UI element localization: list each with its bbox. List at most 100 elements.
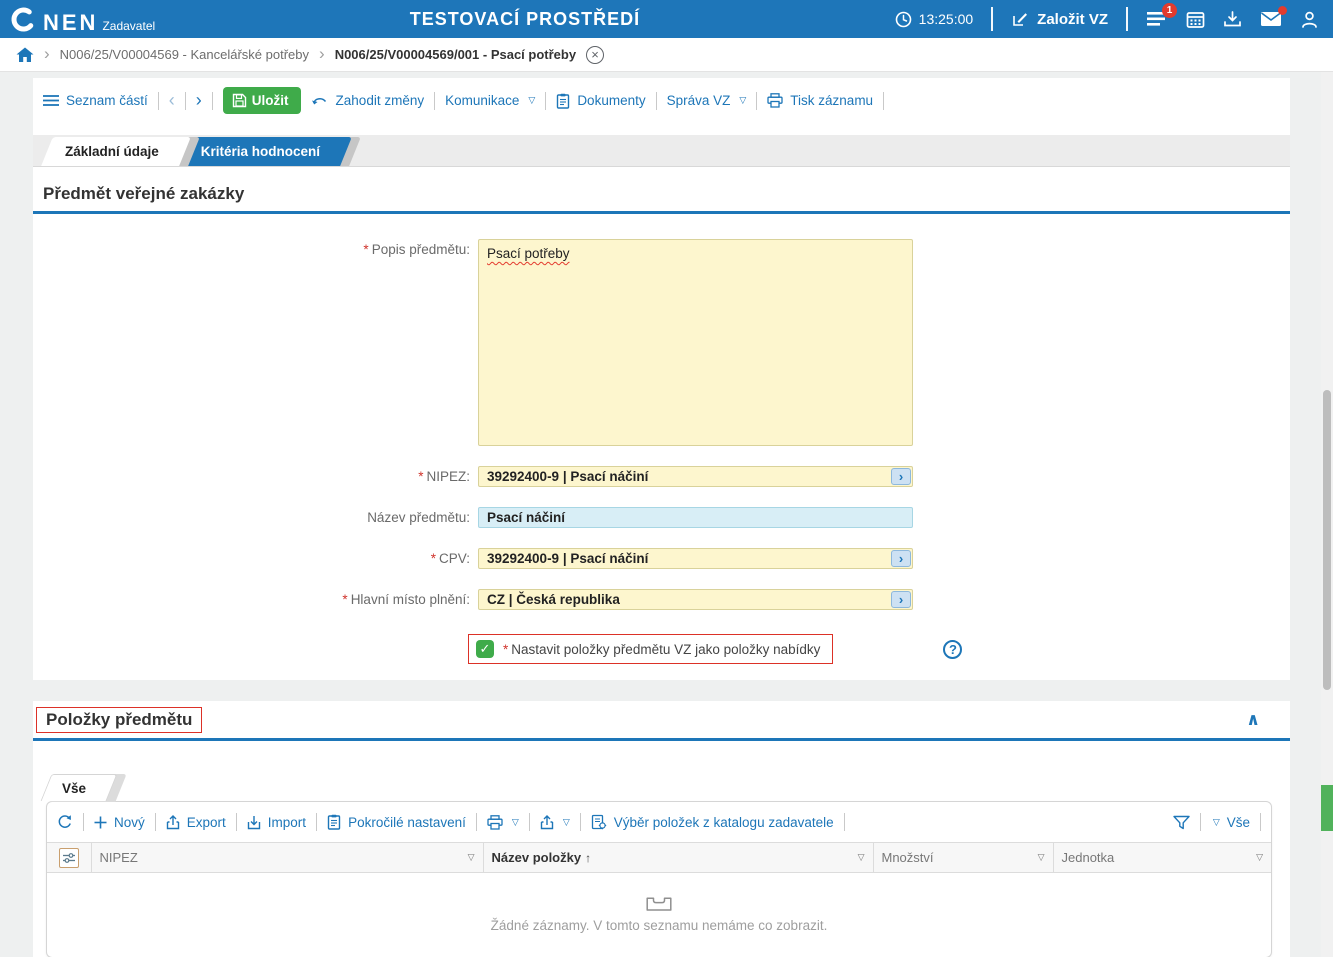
divider (83, 813, 84, 831)
column-header-jednotka[interactable]: Jednotka ▽ (1052, 842, 1271, 873)
list-of-parts-label: Seznam částí (66, 93, 148, 108)
items-section-title: Položky předmětu (36, 707, 203, 733)
breadcrumb-separator: › (319, 44, 325, 63)
catalog-picker-button[interactable]: Výběr položek z katalogu zadavatele (591, 814, 834, 830)
collapse-section-button[interactable]: ∧ (1246, 710, 1260, 730)
divider (1199, 813, 1201, 831)
messages-dot-badge (1278, 6, 1287, 15)
divider (579, 813, 581, 831)
column-settings-button[interactable] (58, 847, 79, 868)
field-label-nipez: * NIPEZ: (33, 466, 478, 487)
column-filter-icon[interactable]: ▽ (1256, 852, 1263, 863)
breadcrumb: › N006/25/V00004569 - Kancelářské potřeb… (0, 38, 1333, 72)
tab-zakladni-udaje[interactable]: Základní údaje (41, 137, 200, 166)
close-record-button[interactable]: × (586, 45, 605, 64)
items-grid-card: Nový Export Import Pokročilé nastavení ▽… (46, 801, 1272, 957)
clock-icon (895, 11, 911, 27)
import-button[interactable]: Import (247, 815, 306, 830)
tasks-menu-button[interactable]: 1 (1146, 3, 1177, 28)
admin-vz-menu[interactable]: Správa VZ ▽ (667, 93, 747, 108)
misto-plneni-field[interactable]: CZ | Česká republika › (478, 589, 913, 610)
divider (545, 91, 547, 110)
chevron-down-icon: ▽ (528, 95, 536, 105)
funnel-icon (1173, 815, 1190, 829)
list-of-parts-button[interactable]: Seznam částí (43, 93, 148, 108)
label-text: Hlavní místo plnění: (350, 592, 470, 607)
downloads-button[interactable] (1223, 10, 1242, 29)
items-as-offer-checkbox[interactable]: ✓ (476, 640, 494, 658)
brand-role: Zadavatel (102, 18, 156, 33)
column-header-nipez[interactable]: NIPEZ ▽ (90, 842, 483, 873)
required-mark: * (418, 469, 424, 484)
divider (528, 813, 530, 831)
print-record-button[interactable]: Tisk záznamu (767, 93, 873, 108)
advanced-settings-button[interactable]: Pokročilé nastavení (327, 814, 466, 830)
communication-menu[interactable]: Komunikace ▽ (445, 93, 535, 108)
label-text: CPV: (438, 551, 470, 566)
basic-data-panel: Seznam částí ‹ › Uložit Zahodit změny Ko… (33, 78, 1290, 680)
field-label-popis: * Popis předmětu: (33, 239, 478, 257)
tab-kriteria-hodnoceni[interactable]: Kritéria hodnocení (176, 137, 361, 166)
divider (434, 91, 436, 110)
nen-logo[interactable]: NEN Zadavatel (10, 6, 155, 33)
label-text: Popis předmětu: (371, 242, 470, 257)
misto-lookup-button[interactable]: › (891, 591, 911, 608)
divider (883, 91, 885, 110)
profile-button[interactable] (1300, 10, 1319, 29)
chevron-down-icon: ▽ (511, 816, 519, 827)
cpv-value: 39292400-9 | Psací náčiní (487, 551, 649, 566)
new-item-button[interactable]: Nový (94, 815, 145, 830)
divider (1260, 813, 1261, 831)
empty-state: Žádné záznamy. V tomto seznamu nemáme co… (47, 873, 1271, 957)
discard-changes-button[interactable]: Zahodit změny (311, 93, 424, 108)
home-icon[interactable] (16, 47, 34, 63)
view-filter-all[interactable]: ▽ Vše (1211, 815, 1250, 830)
breadcrumb-parent[interactable]: N006/25/V00004569 - Kancelářské potřeby (60, 47, 309, 62)
nipez-field[interactable]: 39292400-9 | Psací náčiní › (478, 466, 913, 487)
filter-button[interactable] (1173, 815, 1190, 830)
refresh-button[interactable] (57, 814, 73, 830)
next-part-button[interactable]: › (196, 90, 202, 111)
save-button[interactable]: Uložit (222, 87, 301, 114)
breadcrumb-current: N006/25/V00004569/001 - Psací potřeby (334, 47, 577, 62)
chevron-right-icon: › (898, 469, 904, 484)
tab-label: Vše (62, 780, 87, 796)
items-header: Položky předmětu ∧ (33, 701, 1290, 733)
column-filter-icon[interactable]: ▽ (858, 852, 865, 863)
column-filter-icon[interactable]: ▽ (1038, 852, 1045, 863)
vertical-scrollbar[interactable] (1321, 72, 1333, 957)
scrollbar-thumb[interactable] (1323, 390, 1331, 690)
print-grid-menu[interactable]: ▽ (487, 814, 519, 830)
cpv-lookup-button[interactable]: › (891, 550, 911, 567)
tab-vse[interactable]: Vše (40, 774, 127, 802)
clock: 13:25:00 (895, 11, 973, 28)
prev-part-button[interactable]: ‹ (169, 90, 175, 111)
documents-button[interactable]: Dokumenty (556, 93, 646, 109)
divider (184, 91, 186, 110)
field-label-nazev: Název předmětu: (33, 507, 478, 528)
popis-predmetu-textarea[interactable]: Psací potřeby (478, 239, 913, 446)
cpv-field[interactable]: 39292400-9 | Psací náčiní › (478, 548, 913, 569)
edit-icon (1013, 13, 1028, 26)
export-button[interactable]: Export (166, 815, 226, 830)
chevron-down-icon: ▽ (562, 816, 570, 827)
column-filter-icon[interactable]: ▽ (468, 852, 475, 863)
messages-button[interactable] (1260, 6, 1287, 27)
required-mark: * (363, 242, 369, 257)
help-icon[interactable]: ? (943, 639, 963, 659)
admin-vz-label: Správa VZ (666, 93, 731, 108)
clipboard-icon (327, 814, 341, 830)
share-menu[interactable]: ▽ (540, 814, 570, 830)
nipez-value: 39292400-9 | Psací náčiní (487, 469, 649, 484)
calendar-button[interactable] (1186, 10, 1205, 29)
column-header-mnozstvi[interactable]: Množství ▽ (872, 842, 1053, 873)
column-header-nazev-polozky[interactable]: Název položky ↑ ▽ (482, 842, 873, 873)
nipez-lookup-button[interactable]: › (891, 468, 911, 485)
nazev-predmetu-field[interactable]: Psací náčiní (478, 507, 913, 528)
refresh-icon (58, 815, 71, 828)
create-vz-button[interactable]: Založit VZ (1011, 10, 1108, 28)
nen-swirl-icon (11, 7, 36, 31)
divider (843, 813, 845, 831)
export-label: Export (186, 814, 226, 830)
command-toolbar: Seznam částí ‹ › Uložit Zahodit změny Ko… (33, 78, 1290, 122)
